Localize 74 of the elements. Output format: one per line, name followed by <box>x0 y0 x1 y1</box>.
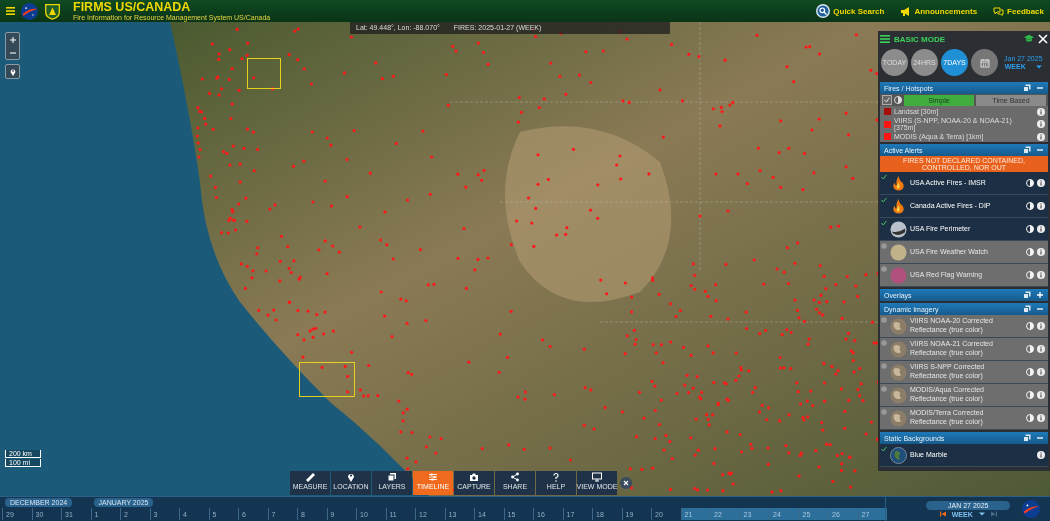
unchecked-icon[interactable] <box>881 266 887 272</box>
expand-icon[interactable] <box>1036 291 1044 299</box>
flame-icon <box>890 197 907 215</box>
checkbox[interactable] <box>882 95 892 105</box>
unchecked-icon[interactable] <box>881 340 887 346</box>
flame-icon <box>890 174 907 192</box>
info-icon[interactable] <box>1037 225 1045 233</box>
area-thumbnail-icon <box>890 243 907 261</box>
area-thumbnail-icon <box>890 266 907 284</box>
check-icon[interactable] <box>881 174 887 180</box>
globe-icon <box>890 386 907 404</box>
shield-logo-icon <box>44 2 61 20</box>
calendar-icon <box>979 57 990 68</box>
unchecked-icon[interactable] <box>881 243 887 249</box>
monitor-icon <box>592 472 602 482</box>
location-pin-icon <box>8 67 17 76</box>
mode-title: BASIC MODE <box>894 34 947 44</box>
header-link[interactable]: Quick Search <box>816 4 885 18</box>
megaphone-icon <box>900 5 912 17</box>
unchecked-icon[interactable] <box>881 317 887 323</box>
collapse-icon[interactable] <box>1036 434 1044 442</box>
calendar-button[interactable] <box>971 49 998 76</box>
header-link[interactable]: Feedback <box>993 5 1044 17</box>
nasa-logo-icon <box>21 2 38 20</box>
locate-button[interactable] <box>5 64 20 79</box>
caret-icon <box>1035 63 1042 70</box>
check-icon <box>884 97 890 103</box>
plus-icon <box>9 36 16 43</box>
perimeter-icon <box>890 220 907 238</box>
nasa-logo-icon <box>1022 500 1041 518</box>
unchecked-icon[interactable] <box>881 363 887 369</box>
info-icon[interactable] <box>1037 451 1045 459</box>
info-icon[interactable] <box>1037 179 1045 187</box>
unchecked-icon[interactable] <box>881 409 887 415</box>
globe-icon <box>890 340 907 358</box>
menu-icon[interactable] <box>6 7 15 15</box>
globe-icon <box>890 409 907 427</box>
check-icon[interactable] <box>881 220 887 226</box>
app-title: FIRMS US/CANADA <box>73 0 192 14</box>
sliders-icon <box>428 472 438 482</box>
next-icon[interactable] <box>990 511 997 517</box>
collapse-icon[interactable] <box>1036 146 1044 154</box>
collapse-icon[interactable] <box>1036 305 1044 313</box>
highlight-frame <box>247 58 281 89</box>
close-icon <box>623 480 629 486</box>
ruler-icon <box>305 472 315 482</box>
header-link[interactable]: Announcements <box>900 5 978 17</box>
previous-icon[interactable] <box>939 511 946 517</box>
layers-icon <box>387 472 397 482</box>
check-icon[interactable] <box>881 446 887 452</box>
globe-icon <box>890 363 907 381</box>
collapse-icon[interactable] <box>1036 84 1044 92</box>
earth-icon <box>890 446 907 464</box>
camera-icon <box>469 472 479 482</box>
search-icon <box>816 4 831 18</box>
graduation-cap-icon[interactable] <box>1024 34 1034 44</box>
close-icon[interactable] <box>1038 34 1048 44</box>
copy-icon[interactable] <box>1023 146 1031 154</box>
chat-icon <box>993 5 1005 17</box>
contrast-icon[interactable] <box>894 96 902 104</box>
copy-icon[interactable] <box>1023 434 1031 442</box>
check-icon[interactable] <box>881 197 887 203</box>
highlight-frame <box>299 362 355 397</box>
menu-icon[interactable] <box>880 34 890 44</box>
minus-icon <box>9 49 16 56</box>
copy-icon[interactable] <box>1023 291 1031 299</box>
location-pin-icon <box>346 472 356 482</box>
globe-icon <box>890 317 907 335</box>
share-icon <box>510 472 520 482</box>
unchecked-icon[interactable] <box>881 386 887 392</box>
copy-icon[interactable] <box>1023 305 1031 313</box>
info-icon[interactable] <box>1037 202 1045 210</box>
help-icon <box>551 472 561 482</box>
copy-icon[interactable] <box>1023 84 1031 92</box>
